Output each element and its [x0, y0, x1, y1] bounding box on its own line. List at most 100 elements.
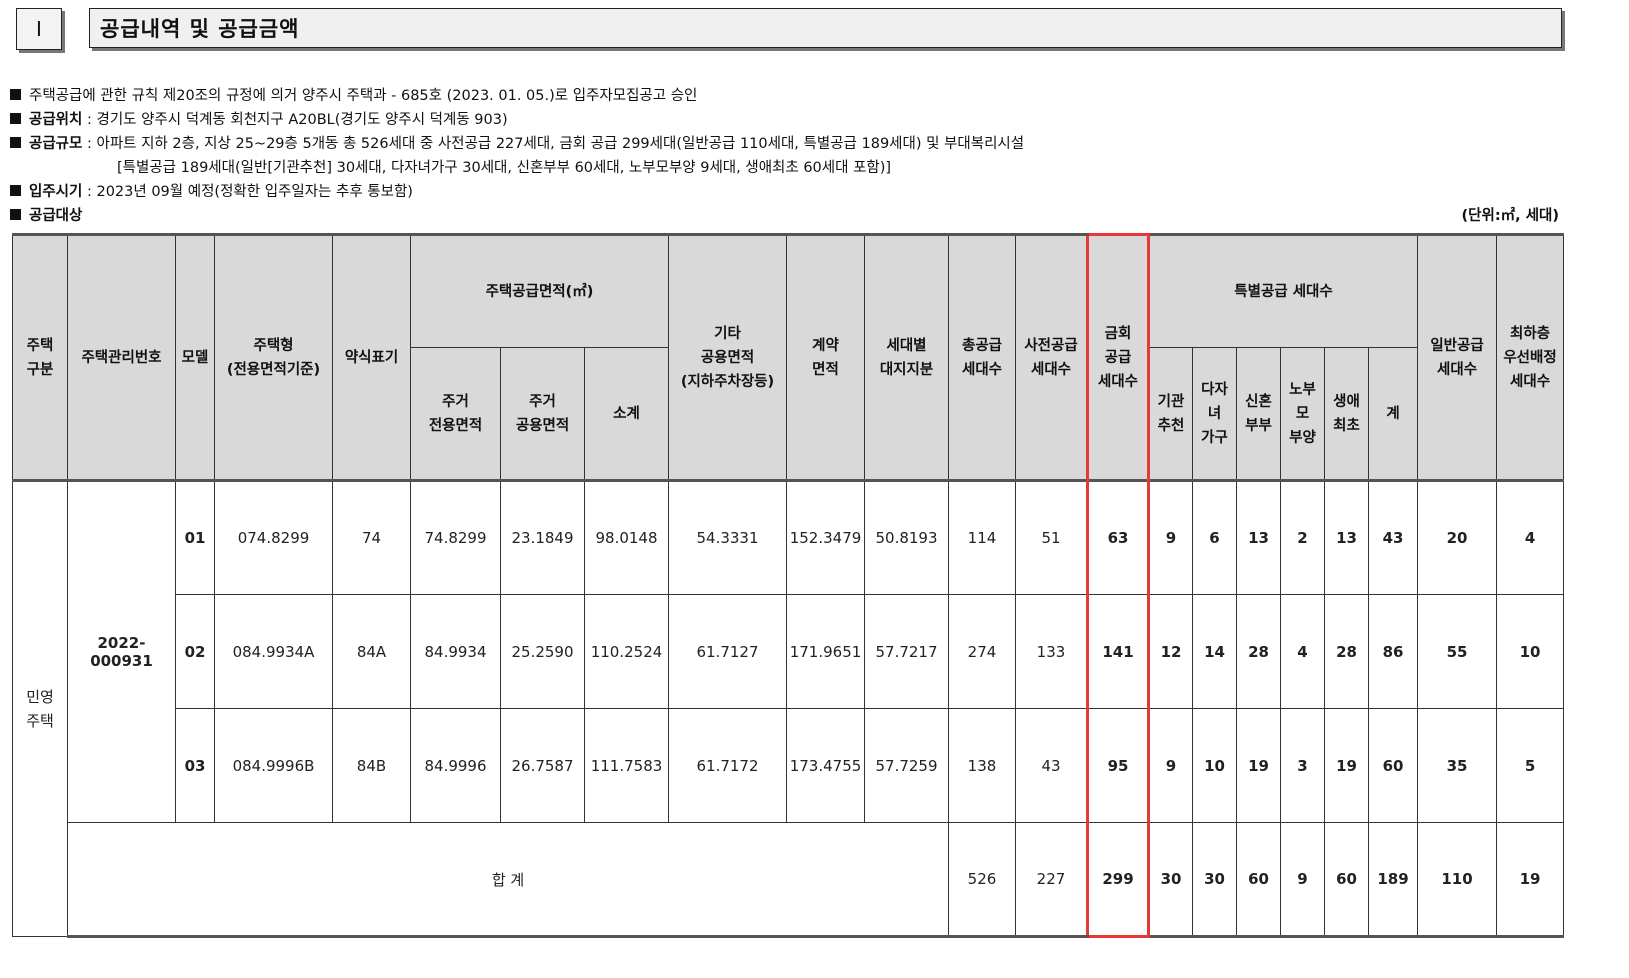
land-cell: 57.7217 — [864, 594, 949, 709]
multi-child-sum: 30 — [1192, 822, 1237, 938]
general-sum: 110 — [1417, 822, 1498, 938]
header-this-supply: 금회 공급 세대수 — [1086, 233, 1150, 481]
section-number: Ⅰ — [16, 8, 62, 50]
header-common: 주거 공용면적 — [500, 347, 585, 481]
info-scale-detail: [특별공급 189세대(일반[기관추천] 30세대, 다자녀가구 30세대, 신… — [117, 160, 892, 176]
contract-cell: 152.3479 — [786, 479, 865, 595]
header-mgmt-no: 주택관리번호 — [67, 233, 176, 481]
elderly-cell: 3 — [1280, 708, 1325, 823]
newlywed-sum: 60 — [1236, 822, 1281, 938]
supply-table: 주택 구분 주택관리번호 모델 주택형 (전용면적기준) 약식표기 주택공급면적… — [12, 233, 1565, 938]
exclusive-cell: 84.9996 — [410, 708, 501, 823]
general-cell: 55 — [1417, 594, 1498, 709]
mgmt-no-cell: 2022-000931 — [67, 479, 176, 823]
info-scale: 공급규모 : 아파트 지하 2층, 지상 25~29층 5개동 총 526세대 … — [10, 132, 1570, 156]
supply-info: 주택공급에 관한 규칙 제20조의 규정에 의거 양주시 주택과 - 685호 … — [10, 84, 1570, 228]
common-cell: 25.2590 — [500, 594, 585, 709]
multi-child-cell: 14 — [1192, 594, 1237, 709]
special-total-cell: 43 — [1367, 479, 1419, 595]
subtotal-cell: 111.7583 — [584, 708, 669, 823]
info-approval: 주택공급에 관한 규칙 제20조의 규정에 의거 양주시 주택과 - 685호 … — [10, 84, 1570, 108]
other-common-cell: 61.7127 — [668, 594, 787, 709]
institution-cell: 9 — [1148, 479, 1193, 595]
lowest-floor-cell: 4 — [1496, 479, 1565, 595]
info-move-in: 입주시기 : 2023년 09월 예정(정확한 입주일자는 추후 통보함) — [10, 180, 1570, 204]
housing-type-cell: 074.8299 — [214, 479, 333, 595]
special-total-sum: 189 — [1367, 822, 1419, 938]
model-cell: 03 — [175, 708, 215, 823]
lowest-floor-sum: 19 — [1496, 822, 1565, 938]
first-life-cell: 19 — [1324, 708, 1369, 823]
table-row: 02 084.9934A 84A 84.9934 25.2590 110.252… — [13, 594, 1565, 709]
bullet-icon — [10, 185, 21, 196]
common-cell: 26.7587 — [500, 708, 585, 823]
header-area-group: 주택공급면적(㎡) — [410, 233, 669, 348]
this-supply-sum: 299 — [1086, 822, 1150, 938]
table-row: 03 084.9996B 84B 84.9996 26.7587 111.758… — [13, 708, 1565, 823]
pre-supply-sum: 227 — [1015, 822, 1088, 938]
newlywed-cell: 19 — [1236, 708, 1281, 823]
multi-child-cell: 10 — [1192, 708, 1237, 823]
elderly-sum: 9 — [1280, 822, 1325, 938]
header-housing-type: 주택형 (전용면적기준) — [214, 233, 333, 481]
section-title: 공급내역 및 공급금액 — [89, 8, 1562, 48]
lowest-floor-cell: 5 — [1496, 708, 1565, 823]
other-common-cell: 54.3331 — [668, 479, 787, 595]
exclusive-cell: 84.9934 — [410, 594, 501, 709]
multi-child-cell: 6 — [1192, 479, 1237, 595]
newlywed-cell: 13 — [1236, 479, 1281, 595]
institution-cell: 12 — [1148, 594, 1193, 709]
common-cell: 23.1849 — [500, 479, 585, 595]
land-cell: 57.7259 — [864, 708, 949, 823]
header-multi-child: 다자 녀 가구 — [1192, 347, 1237, 481]
info-location: 공급위치 : 경기도 양주시 덕계동 회천지구 A20BL(경기도 양주시 덕계… — [10, 108, 1570, 132]
subtotal-cell: 98.0148 — [584, 479, 669, 595]
type-cell: 민영 주택 — [12, 479, 68, 937]
header-type: 주택 구분 — [12, 233, 68, 481]
first-life-sum: 60 — [1324, 822, 1369, 938]
special-total-cell: 86 — [1367, 594, 1419, 709]
total-supply-sum: 526 — [948, 822, 1016, 938]
institution-cell: 9 — [1148, 708, 1193, 823]
model-cell: 01 — [175, 479, 215, 595]
this-supply-cell: 63 — [1086, 479, 1150, 595]
first-life-cell: 28 — [1324, 594, 1369, 709]
bullet-icon — [10, 89, 21, 100]
this-supply-cell: 141 — [1086, 594, 1150, 709]
header-model: 모델 — [175, 233, 215, 481]
header-land: 세대별 대지지분 — [864, 233, 949, 481]
totals-label: 합 계 — [67, 822, 949, 938]
total-supply-cell: 114 — [948, 479, 1016, 595]
model-cell: 02 — [175, 594, 215, 709]
housing-type-cell: 084.9934A — [214, 594, 333, 709]
total-supply-cell: 138 — [948, 708, 1016, 823]
pre-supply-cell: 51 — [1015, 479, 1088, 595]
header-total-supply: 총공급 세대수 — [948, 233, 1016, 481]
elderly-cell: 4 — [1280, 594, 1325, 709]
header-other-common: 기타 공용면적 (지하주차장등) — [668, 233, 787, 481]
total-supply-cell: 274 — [948, 594, 1016, 709]
header-special-group: 특별공급 세대수 — [1147, 233, 1419, 348]
institution-sum: 30 — [1148, 822, 1193, 938]
bullet-icon — [10, 137, 21, 148]
first-life-cell: 13 — [1324, 479, 1369, 595]
bullet-icon — [10, 209, 21, 220]
header-newlywed: 신혼 부부 — [1236, 347, 1281, 481]
special-total-cell: 60 — [1367, 708, 1419, 823]
unit-label: (단위:㎡, 세대) — [1461, 208, 1559, 224]
elderly-cell: 2 — [1280, 479, 1325, 595]
header-general: 일반공급 세대수 — [1417, 233, 1498, 481]
bullet-icon — [10, 113, 21, 124]
header-elderly: 노부 모 부양 — [1280, 347, 1325, 481]
header-institution: 기관 추천 — [1148, 347, 1193, 481]
table-row: 민영 주택 2022-000931 01 074.8299 74 74.8299… — [12, 479, 1565, 937]
pre-supply-cell: 133 — [1015, 594, 1088, 709]
newlywed-cell: 28 — [1236, 594, 1281, 709]
header-exclusive: 주거 전용면적 — [410, 347, 501, 481]
other-common-cell: 61.7172 — [668, 708, 787, 823]
subtotal-cell: 110.2524 — [584, 594, 669, 709]
header-special-total: 계 — [1367, 347, 1419, 481]
short-cell: 84A — [332, 594, 411, 709]
header-pre-supply: 사전공급 세대수 — [1015, 233, 1088, 481]
exclusive-cell: 74.8299 — [410, 479, 501, 595]
